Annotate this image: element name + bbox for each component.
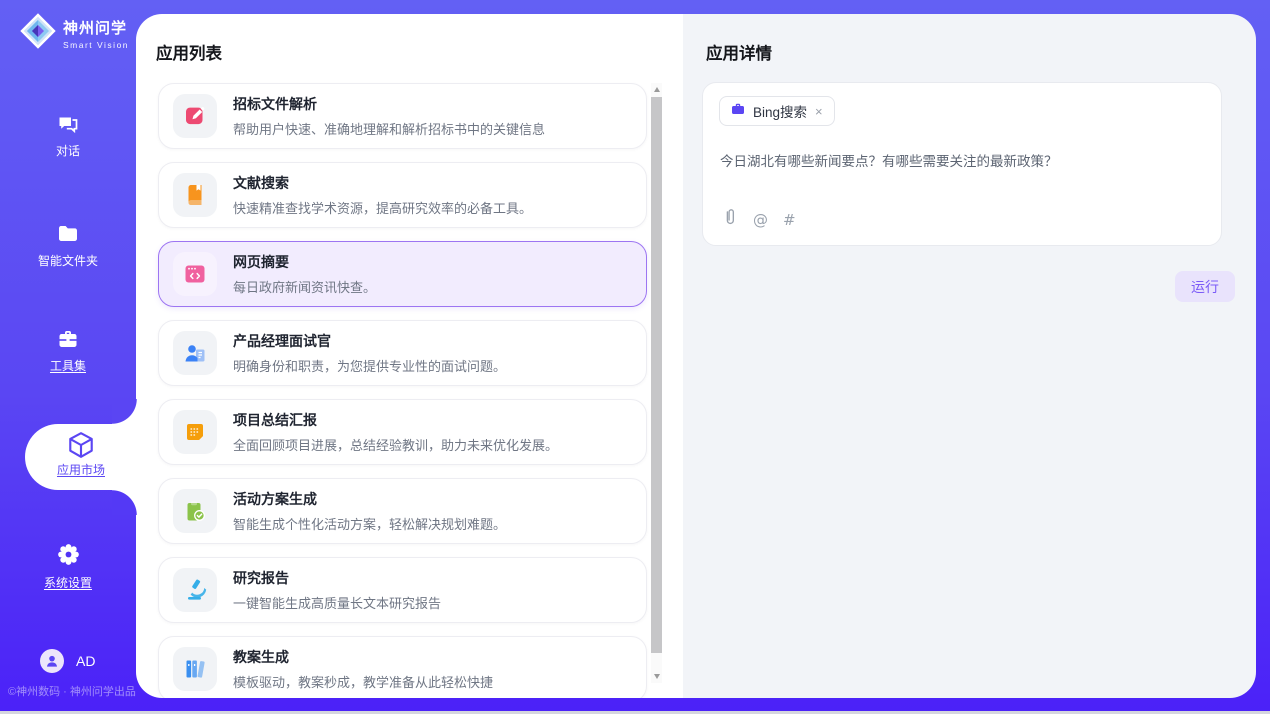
- tab-bubble-fillet-bottom: [112, 490, 137, 515]
- book-icon: [173, 173, 217, 217]
- avatar: [40, 649, 64, 673]
- toolbox-icon: [0, 327, 136, 351]
- app-card-title: 产品经理面试官: [233, 331, 506, 351]
- app-list-scrollbar: [651, 83, 662, 683]
- app-card-literature-search[interactable]: 文献搜索 快速精准查找学术资源，提高研究效率的必备工具。: [158, 162, 647, 228]
- query-input-card[interactable]: Bing搜索 × 今日湖北有哪些新闻要点？有哪些需要关注的最新政策？ @ #: [702, 82, 1222, 246]
- close-icon[interactable]: ×: [814, 105, 824, 118]
- interviewer-icon: [173, 331, 217, 375]
- browser-code-icon: [173, 252, 217, 296]
- content-area: 应用列表 招标文件解析 帮助用户快速、准确地理解和解析招标书中的关键信息: [136, 14, 1256, 698]
- app-card-desc: 智能生成个性化活动方案，轻松解决规划难题。: [233, 514, 506, 533]
- sidebar-item-label: 系统设置: [0, 574, 136, 591]
- brand-subtitle: Smart Vision: [63, 40, 129, 50]
- user-name: AD: [76, 653, 95, 669]
- run-button[interactable]: 运行: [1175, 271, 1235, 302]
- copyright-text: ©神州数码 · 神州问学出品: [8, 683, 136, 699]
- scrollbar-thumb[interactable]: [651, 97, 662, 653]
- app-card-desc: 模板驱动，教案秒成，教学准备从此轻松快捷: [233, 672, 493, 691]
- app-list-panel: 应用列表 招标文件解析 帮助用户快速、准确地理解和解析招标书中的关键信息: [136, 14, 683, 698]
- app-detail-panel: 应用详情 Bing搜索 × 今日湖北有哪些新闻要点？有哪些需要关注的最新政策？: [683, 14, 1256, 698]
- sidebar-item-chat[interactable]: 对话: [0, 112, 136, 159]
- cube-icon: [25, 430, 137, 460]
- brand-name: 神州问学: [63, 17, 129, 38]
- hash-icon[interactable]: #: [783, 211, 796, 229]
- user-account[interactable]: AD: [40, 649, 95, 673]
- app-card-title: 网页摘要: [233, 252, 376, 272]
- sidebar: 神州问学 Smart Vision 对话 智能文件夹: [0, 0, 136, 714]
- app-detail-title: 应用详情: [706, 40, 772, 64]
- sidebar-item-toolset[interactable]: 工具集: [0, 327, 136, 374]
- sidebar-item-label: 工具集: [0, 357, 136, 374]
- app-list-title: 应用列表: [156, 40, 222, 64]
- sidebar-item-label: 智能文件夹: [0, 252, 136, 269]
- app-card-desc: 帮助用户快速、准确地理解和解析招标书中的关键信息: [233, 119, 545, 138]
- scroll-down-arrow-icon[interactable]: [651, 670, 662, 683]
- app-card-event-plan[interactable]: 活动方案生成 智能生成个性化活动方案，轻松解决规划难题。: [158, 478, 647, 544]
- tool-tag-bing-search[interactable]: Bing搜索 ×: [719, 96, 835, 126]
- app-card-research-report[interactable]: 研究报告 一键智能生成高质量长文本研究报告: [158, 557, 647, 623]
- mention-icon[interactable]: @: [753, 211, 768, 229]
- input-toolbar: @ #: [721, 208, 796, 232]
- briefcase-icon: [730, 101, 746, 122]
- tag-label: Bing搜索: [753, 101, 807, 121]
- notepad-icon: [173, 410, 217, 454]
- brand-logo: 神州问学 Smart Vision: [20, 13, 129, 54]
- query-text[interactable]: 今日湖北有哪些新闻要点？有哪些需要关注的最新政策？: [720, 150, 1205, 170]
- app-card-lesson-plan[interactable]: 教案生成 模板驱动，教案秒成，教学准备从此轻松快捷: [158, 636, 647, 698]
- app-card-list: 招标文件解析 帮助用户快速、准确地理解和解析招标书中的关键信息 文献搜索: [158, 83, 647, 698]
- paperclip-icon[interactable]: [721, 208, 738, 232]
- sidebar-item-label: 应用市场: [25, 461, 137, 478]
- app-card-title: 项目总结汇报: [233, 410, 558, 430]
- tab-bubble-fillet-top: [112, 399, 137, 424]
- chat-icon: [0, 112, 136, 136]
- app-card-title: 教案生成: [233, 647, 493, 667]
- app-card-title: 文献搜索: [233, 173, 532, 193]
- app-card-project-summary[interactable]: 项目总结汇报 全面回顾项目进展，总结经验教训，助力未来优化发展。: [158, 399, 647, 465]
- app-card-desc: 明确身份和职责，为您提供专业性的面试问题。: [233, 356, 506, 375]
- app-card-bid-analysis[interactable]: 招标文件解析 帮助用户快速、准确地理解和解析招标书中的关键信息: [158, 83, 647, 149]
- app-card-desc: 全面回顾项目进展，总结经验教训，助力未来优化发展。: [233, 435, 558, 454]
- app-card-title: 招标文件解析: [233, 94, 545, 114]
- sidebar-item-settings[interactable]: 系统设置: [0, 541, 136, 591]
- edit-document-icon: [173, 94, 217, 138]
- app-card-title: 研究报告: [233, 568, 441, 588]
- scroll-up-arrow-icon[interactable]: [651, 83, 662, 96]
- books-icon: [173, 647, 217, 691]
- microscope-icon: [173, 568, 217, 612]
- app-card-web-summary[interactable]: 网页摘要 每日政府新闻资讯快查。: [158, 241, 647, 307]
- app-card-pm-interviewer[interactable]: 产品经理面试官 明确身份和职责，为您提供专业性的面试问题。: [158, 320, 647, 386]
- gear-icon: [0, 541, 136, 568]
- app-card-title: 活动方案生成: [233, 489, 506, 509]
- sidebar-item-app-market[interactable]: 应用市场: [25, 424, 137, 490]
- sidebar-item-label: 对话: [0, 142, 136, 159]
- app-card-desc: 一键智能生成高质量长文本研究报告: [233, 593, 441, 612]
- app-card-desc: 快速精准查找学术资源，提高研究效率的必备工具。: [233, 198, 532, 217]
- folder-icon: [0, 222, 136, 246]
- clipboard-check-icon: [173, 489, 217, 533]
- diamond-logo-icon: [20, 13, 56, 54]
- sidebar-item-smart-folders[interactable]: 智能文件夹: [0, 222, 136, 269]
- app-card-desc: 每日政府新闻资讯快查。: [233, 277, 376, 296]
